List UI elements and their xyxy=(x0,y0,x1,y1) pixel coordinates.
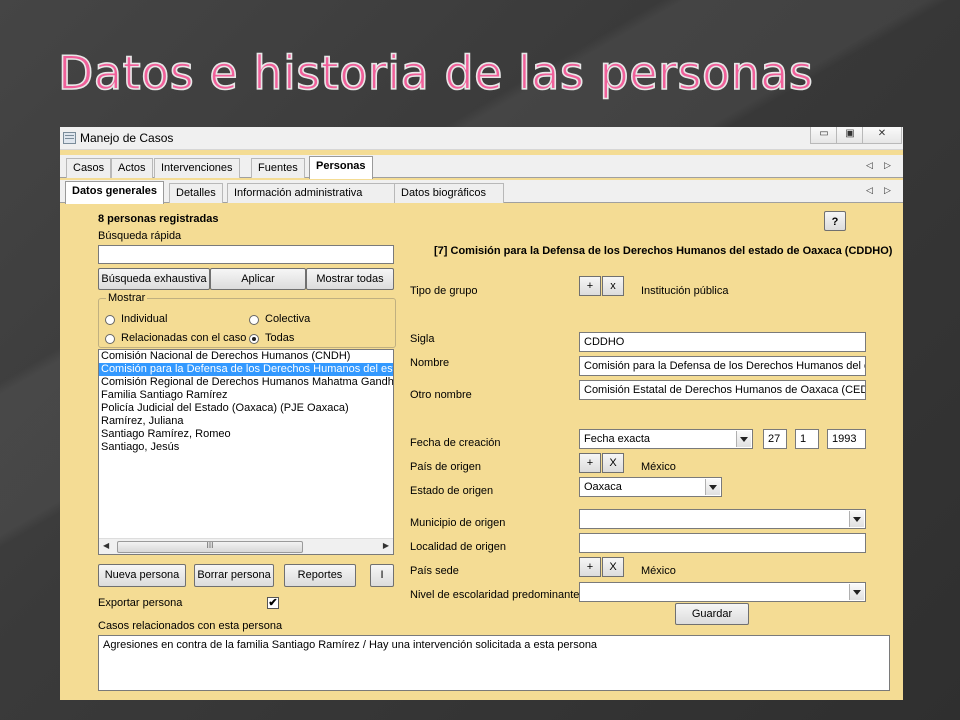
quick-search-label: Búsqueda rápida xyxy=(98,230,182,242)
close-button[interactable]: ✕ xyxy=(862,127,902,144)
radio-colectiva[interactable] xyxy=(249,315,259,325)
radio-colectiva-label: Colectiva xyxy=(265,313,311,325)
list-item[interactable]: Comisión Regional de Derechos Humanos Ma… xyxy=(99,376,393,389)
main-tab-bar: Casos Actos Intervenciones Fuentes Perso… xyxy=(60,155,903,179)
list-item[interactable]: Santiago, Jesús xyxy=(99,441,393,454)
persons-list[interactable]: Comisión Nacional de Derechos Humanos (C… xyxy=(98,349,394,555)
day-input[interactable]: 27 xyxy=(763,429,787,449)
chevron-down-icon[interactable] xyxy=(849,511,864,527)
localidad-input[interactable] xyxy=(579,533,866,553)
group-type-remove-button[interactable]: x xyxy=(602,276,624,296)
group-type-value: Institución pública xyxy=(641,285,729,297)
pais-origen-value: México xyxy=(641,461,676,473)
show-group-label: Mostrar xyxy=(106,292,148,304)
sub-tab-bar: Datos generales Detalles Información adm… xyxy=(60,180,903,204)
help-button[interactable]: ? xyxy=(824,211,846,231)
chevron-down-icon[interactable] xyxy=(849,584,864,600)
scroll-left-icon[interactable]: ◀ xyxy=(103,541,109,550)
maximize-button[interactable]: ▣ xyxy=(836,127,864,144)
radio-todas-label: Todas xyxy=(265,332,295,344)
group-type-add-button[interactable]: + xyxy=(579,276,601,296)
tab-casos[interactable]: Casos xyxy=(66,158,112,178)
group-type-label: Tipo de grupo xyxy=(410,285,478,297)
pais-origen-remove-button[interactable]: X xyxy=(602,453,624,473)
list-item[interactable]: Familia Santiago Ramírez xyxy=(99,389,393,402)
municipio-label: Municipio de origen xyxy=(410,517,506,529)
radio-individual[interactable] xyxy=(105,315,115,325)
tab-scroll-right-icon[interactable]: ▷ xyxy=(884,160,891,171)
list-item[interactable]: Ramírez, Juliana xyxy=(99,415,393,428)
export-label: Exportar persona xyxy=(98,597,183,609)
list-item[interactable]: Comisión para la Defensa de los Derechos… xyxy=(99,363,393,376)
radio-todas[interactable] xyxy=(249,334,259,344)
localidad-label: Localidad de origen xyxy=(410,541,507,553)
scroll-right-icon[interactable]: ▶ xyxy=(383,541,389,550)
list-item[interactable]: Santiago Ramírez, Romeo xyxy=(99,428,393,441)
related-cases-textarea[interactable]: Agresiones en contra de la familia Santi… xyxy=(98,635,890,691)
persons-count: 8 personas registradas xyxy=(98,213,219,225)
list-item[interactable]: Policía Judicial del Estado (Oaxaca) (PJ… xyxy=(99,402,393,415)
minimize-button[interactable]: ▭ xyxy=(810,127,838,144)
new-person-button[interactable]: Nueva persona xyxy=(98,564,186,587)
subtab-scroll-left-icon[interactable]: ◁ xyxy=(866,185,873,196)
delete-person-button[interactable]: Borrar persona xyxy=(194,564,274,587)
radio-individual-label: Individual xyxy=(121,313,168,325)
export-checkbox[interactable]: ✔ xyxy=(267,597,279,609)
municipio-select[interactable] xyxy=(579,509,866,529)
chevron-down-icon[interactable] xyxy=(705,479,720,495)
fecha-type-value: Fecha exacta xyxy=(584,433,651,445)
chevron-down-icon[interactable] xyxy=(736,431,751,447)
show-all-button[interactable]: Mostrar todas xyxy=(306,268,394,290)
sigla-label: Sigla xyxy=(410,333,435,345)
slide-title: Datos e historia de las personas xyxy=(57,45,814,101)
year-input[interactable]: 1993 xyxy=(827,429,866,449)
window-title: Manejo de Casos xyxy=(80,131,174,145)
exhaustive-search-button[interactable]: Búsqueda exhaustiva xyxy=(98,268,210,290)
estado-label: Estado de origen xyxy=(410,485,494,497)
tab-detalles[interactable]: Detalles xyxy=(169,183,223,203)
pais-sede-add-button[interactable]: + xyxy=(579,557,601,577)
title-bar: Manejo de Casos ▭ ▣ ✕ xyxy=(60,127,903,150)
otro-nombre-input[interactable]: Comisión Estatal de Derechos Humanos de … xyxy=(579,380,866,400)
radio-related[interactable] xyxy=(105,334,115,344)
pais-origen-label: País de origen xyxy=(410,461,481,473)
tab-scroll-left-icon[interactable]: ◁ xyxy=(866,160,873,171)
pais-sede-label: País sede xyxy=(410,565,459,577)
radio-related-label: Relacionadas con el caso xyxy=(121,332,247,344)
tab-intervenciones[interactable]: Intervenciones xyxy=(154,158,240,178)
fecha-label: Fecha de creación xyxy=(410,437,501,449)
save-button[interactable]: Guardar xyxy=(675,603,749,625)
i-button[interactable]: I xyxy=(370,564,394,587)
tab-datos-biograficos[interactable]: Datos biográficos xyxy=(394,183,504,203)
nombre-label: Nombre xyxy=(410,357,450,369)
tab-fuentes[interactable]: Fuentes xyxy=(251,158,305,178)
escolaridad-select[interactable] xyxy=(579,582,866,602)
month-input[interactable]: 1 xyxy=(795,429,819,449)
reports-button[interactable]: Reportes xyxy=(284,564,356,587)
quick-search-input[interactable] xyxy=(98,245,394,264)
related-cases-label: Casos relacionados con esta persona xyxy=(98,620,283,632)
pais-sede-remove-button[interactable]: X xyxy=(602,557,624,577)
scroll-thumb[interactable]: III xyxy=(117,541,303,553)
otro-nombre-label: Otro nombre xyxy=(410,389,472,401)
tab-datos-generales[interactable]: Datos generales xyxy=(65,181,164,204)
estado-value: Oaxaca xyxy=(584,481,622,493)
tab-personas[interactable]: Personas xyxy=(309,156,373,179)
tab-informacion-administrativa[interactable]: Información administrativa xyxy=(227,183,395,203)
escolaridad-label: Nivel de escolaridad predominante xyxy=(410,589,580,601)
sigla-input[interactable]: CDDHO xyxy=(579,332,866,352)
pais-origen-add-button[interactable]: + xyxy=(579,453,601,473)
list-horizontal-scrollbar[interactable]: ◀ III ▶ xyxy=(99,538,393,554)
list-item[interactable]: Comisión Nacional de Derechos Humanos (C… xyxy=(99,350,393,363)
tab-actos[interactable]: Actos xyxy=(111,158,153,178)
person-heading: [7] Comisión para la Defensa de los Dere… xyxy=(434,245,893,257)
estado-select[interactable]: Oaxaca xyxy=(579,477,722,497)
pais-sede-value: México xyxy=(641,565,676,577)
app-window: Manejo de Casos ▭ ▣ ✕ Casos Actos Interv… xyxy=(60,127,903,700)
subtab-scroll-right-icon[interactable]: ▷ xyxy=(884,185,891,196)
nombre-input[interactable]: Comisión para la Defensa de los Derechos… xyxy=(579,356,866,376)
app-icon xyxy=(63,132,76,144)
fecha-type-select[interactable]: Fecha exacta xyxy=(579,429,753,449)
apply-button[interactable]: Aplicar xyxy=(210,268,306,290)
